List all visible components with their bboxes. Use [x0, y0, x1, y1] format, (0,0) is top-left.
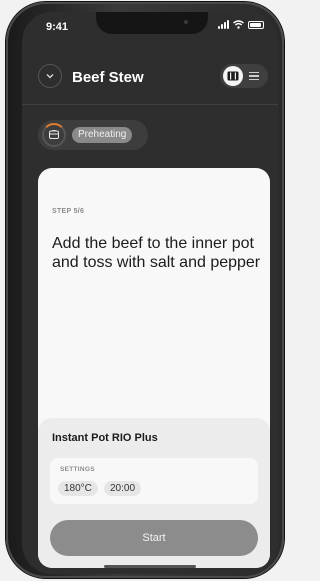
status-time: 9:41 — [46, 21, 69, 33]
phone-frame: 9:41 Beef Stew Preheating STEP 5/6 Add t… — [6, 2, 284, 578]
list-view-icon[interactable] — [249, 71, 259, 81]
device-name: Instant Pot RIO Plus — [52, 432, 158, 444]
appliance-icon — [49, 130, 59, 139]
status-bar: 9:41 — [22, 12, 278, 36]
start-button[interactable]: Start — [50, 520, 258, 556]
time-pill[interactable]: 20:00 — [104, 481, 142, 496]
step-card: STEP 5/6 Add the beef to the inner pot a… — [38, 168, 270, 568]
signal-icon — [218, 20, 229, 29]
app-header: Beef Stew — [22, 62, 278, 102]
status-badge: Preheating — [72, 127, 133, 143]
device-status-chip: Preheating — [38, 120, 148, 150]
step-instruction: Add the beef to the inner pot and toss w… — [52, 235, 261, 271]
settings-box[interactable]: SETTINGS 180°C 20:00 — [50, 458, 258, 504]
collapse-button[interactable] — [38, 64, 62, 88]
chevron-down-icon — [46, 74, 54, 79]
device-panel: Instant Pot RIO Plus SETTINGS 180°C 20:0… — [38, 418, 270, 568]
wifi-icon — [233, 20, 244, 29]
settings-label: SETTINGS — [60, 466, 95, 473]
header-divider — [22, 104, 278, 105]
progress-ring — [42, 123, 66, 147]
temperature-pill[interactable]: 180°C — [58, 481, 98, 496]
view-toggle[interactable] — [220, 64, 268, 88]
status-icons — [218, 20, 264, 29]
battery-icon — [248, 21, 264, 29]
app-screen: 9:41 Beef Stew Preheating STEP 5/6 Add t… — [22, 12, 278, 574]
home-indicator — [104, 565, 196, 568]
grid-view-icon[interactable] — [223, 66, 243, 86]
step-counter: STEP 5/6 — [52, 208, 85, 215]
page-title: Beef Stew — [72, 69, 144, 86]
